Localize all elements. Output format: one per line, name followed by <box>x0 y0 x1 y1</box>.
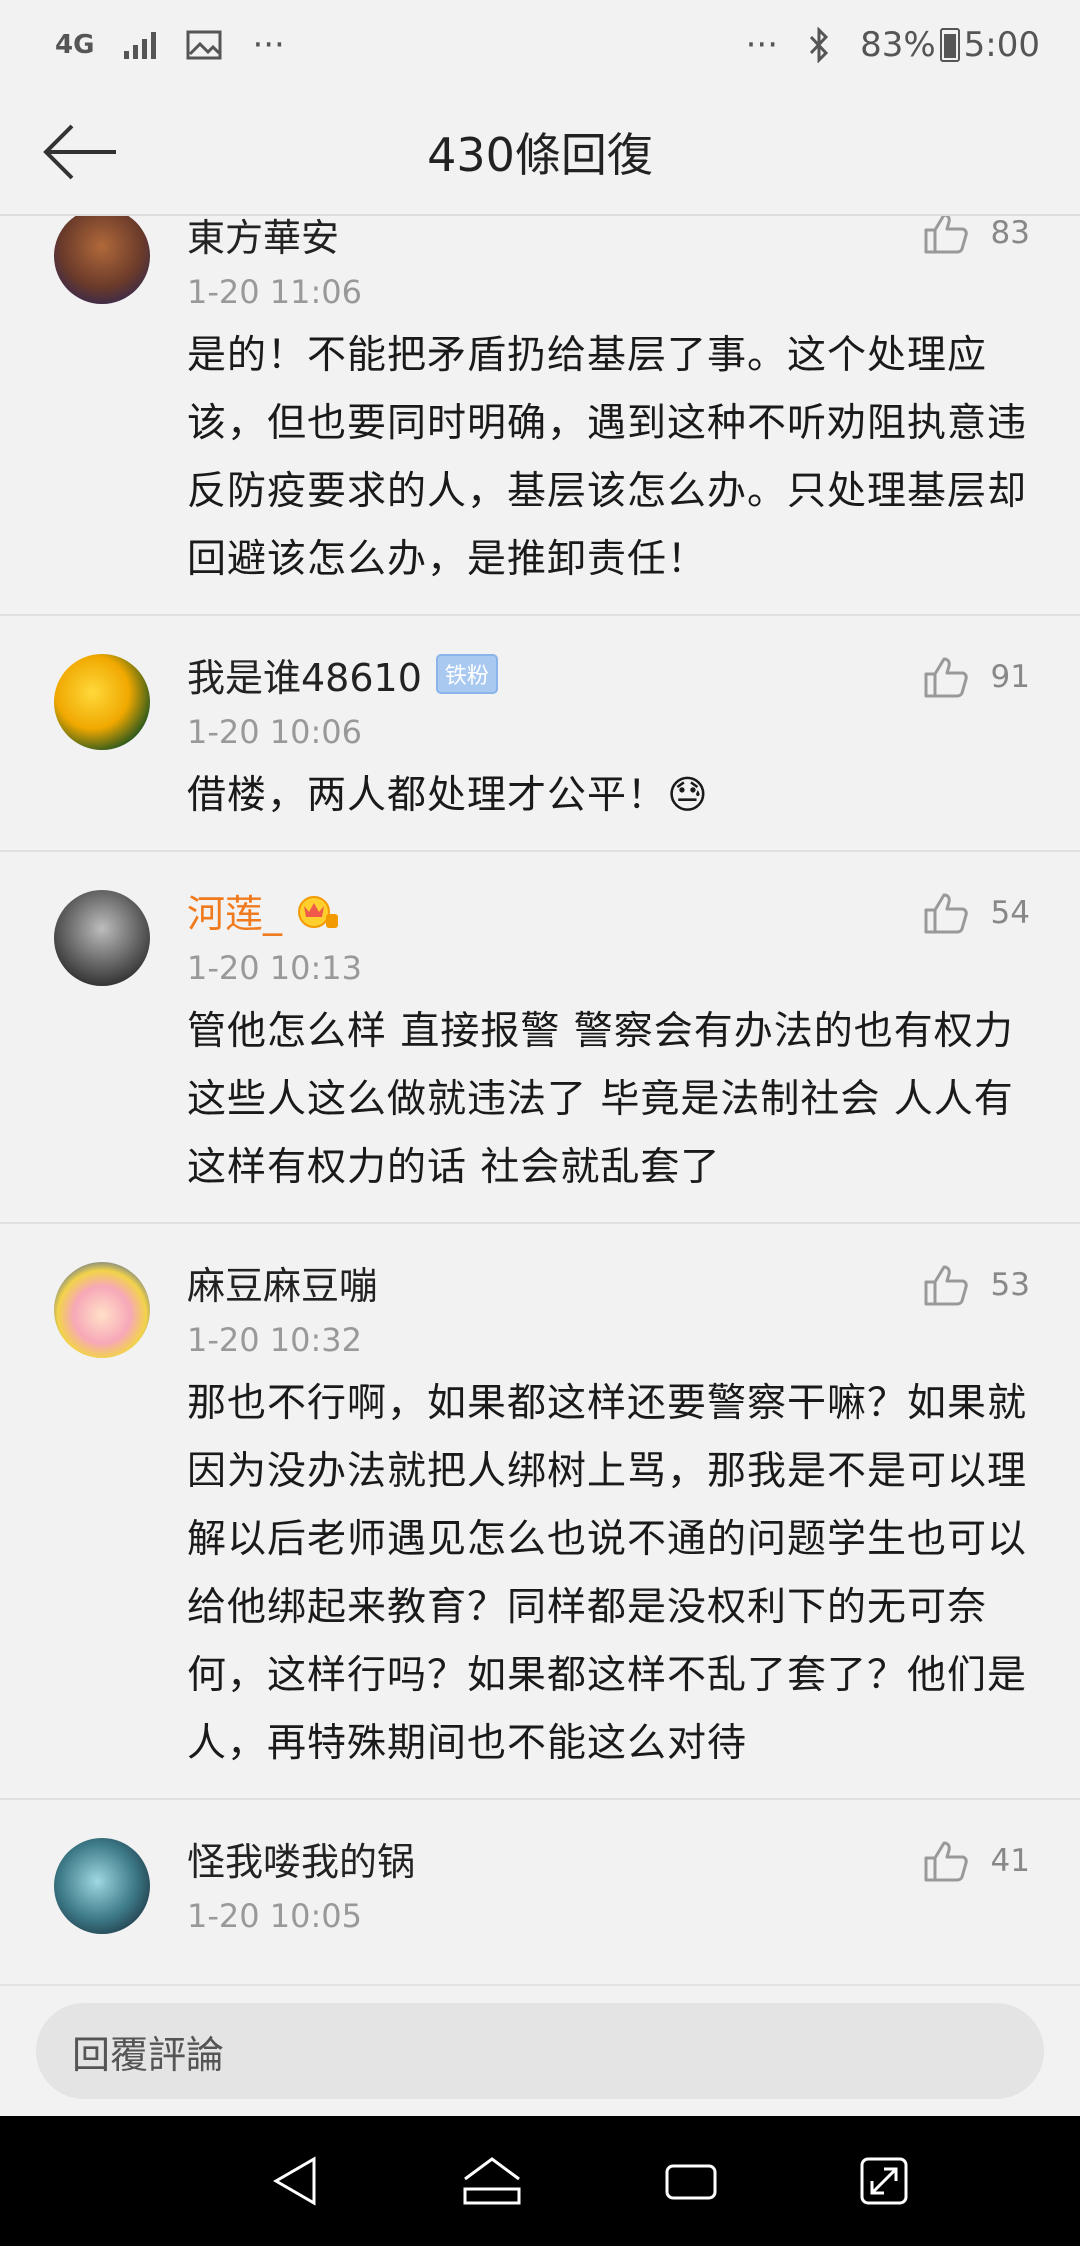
avatar[interactable] <box>54 890 150 986</box>
like-button[interactable]: 53 <box>923 1264 1030 1306</box>
thumbs-up-icon <box>924 1265 968 1306</box>
reply-bar: 回覆評論 <box>0 1984 1080 2116</box>
username[interactable]: 麻豆麻豆嘣 <box>187 1254 1030 1310</box>
more-status: ··· <box>745 25 779 65</box>
timestamp: 1-20 11:06 <box>187 273 363 311</box>
system-navigation-bar <box>0 2116 1080 2246</box>
signal-icon <box>124 31 157 59</box>
username-row: 我是谁48610 铁粉 <box>187 646 1030 702</box>
username[interactable]: 怪我喽我的锅 <box>187 1830 1030 1886</box>
like-count: 54 <box>990 895 1030 931</box>
bluetooth-icon <box>809 27 829 63</box>
timestamp: 1-20 10:06 <box>187 713 363 751</box>
avatar[interactable] <box>54 654 150 750</box>
battery-icon <box>939 28 960 62</box>
username[interactable]: 河莲_ <box>187 883 282 938</box>
nav-recents-icon[interactable] <box>663 2158 719 2204</box>
comment-list[interactable]: 83 東方華安 1-20 11:06 是的！不能把矛盾扔给基层了事。这个处理应该… <box>0 216 1080 1984</box>
comment-text: 借楼，两人都处理才公平！😓 <box>187 773 709 818</box>
like-button[interactable]: 91 <box>923 656 1030 698</box>
status-bar: 4G ··· ··· 83% 5:00 <box>0 0 1080 90</box>
comment-text: 管他怎么样 直接报警 警察会有办法的也有权力 这些人这么做就违法了 毕竟是法制社… <box>187 1009 1014 1190</box>
thumbs-up-icon <box>924 657 968 698</box>
like-button[interactable]: 83 <box>923 216 1030 254</box>
timestamp: 1-20 10:05 <box>187 1897 363 1935</box>
top-app-bar: 430條回復 <box>0 90 1080 216</box>
thumbs-up-icon <box>924 1841 968 1882</box>
crown-vip-icon <box>298 896 339 928</box>
reply-input[interactable]: 回覆評論 <box>36 2003 1044 2099</box>
comment-text: 是的！不能把矛盾扔给基层了事。这个处理应该，但也要同时明确，遇到这种不听劝阻执意… <box>187 333 1028 582</box>
comment-item: 83 東方華安 1-20 11:06 是的！不能把矛盾扔给基层了事。这个处理应该… <box>0 216 1080 616</box>
nav-home-icon[interactable] <box>461 2155 523 2207</box>
clock: 5:00 <box>963 25 1040 65</box>
page-title: 430條回復 <box>427 128 653 182</box>
avatar[interactable] <box>54 1262 150 1358</box>
like-button[interactable]: 54 <box>923 892 1030 934</box>
username-row: 河莲_ <box>187 882 1030 938</box>
image-icon <box>186 30 222 60</box>
nav-expand-icon[interactable] <box>858 2155 910 2207</box>
fan-badge: 铁粉 <box>435 654 498 694</box>
timestamp: 1-20 10:13 <box>187 949 363 987</box>
username[interactable]: 東方華安 <box>187 216 1030 262</box>
comment-item: 54 河莲_ 1-20 10:13 管他怎么样 直接报警 警察会有办法的也有权力… <box>0 852 1080 1224</box>
comment-text <box>187 1946 1030 1966</box>
timestamp: 1-20 10:32 <box>187 1321 363 1359</box>
username[interactable]: 我是谁48610 <box>187 647 422 702</box>
avatar[interactable] <box>54 1838 150 1934</box>
thumbs-up-icon <box>924 893 968 934</box>
network-type: 4G <box>55 30 95 60</box>
more-notifications: ··· <box>252 25 285 65</box>
like-count: 91 <box>990 659 1030 695</box>
like-button[interactable]: 41 <box>923 1840 1030 1882</box>
comment-item: 53 麻豆麻豆嘣 1-20 10:32 那也不行啊，如果都这样还要警察干嘛？如果… <box>0 1224 1080 1800</box>
avatar[interactable] <box>54 216 150 304</box>
thumbs-up-icon <box>924 216 968 254</box>
battery-percent: 83% <box>860 25 936 65</box>
back-arrow-icon[interactable] <box>40 120 120 184</box>
comment-text: 那也不行啊，如果都这样还要警察干嘛？如果就因为没办法就把人绑树上骂，那我是不是可… <box>187 1381 1028 1766</box>
nav-back-icon[interactable] <box>270 2155 322 2207</box>
like-count: 53 <box>990 1267 1030 1303</box>
comment-item: 91 我是谁48610 铁粉 1-20 10:06 借楼，两人都处理才公平！😓 <box>0 616 1080 852</box>
like-count: 83 <box>990 216 1030 251</box>
comment-item: 41 怪我喽我的锅 1-20 10:05 <box>0 1800 1080 1966</box>
like-count: 41 <box>990 1843 1030 1879</box>
